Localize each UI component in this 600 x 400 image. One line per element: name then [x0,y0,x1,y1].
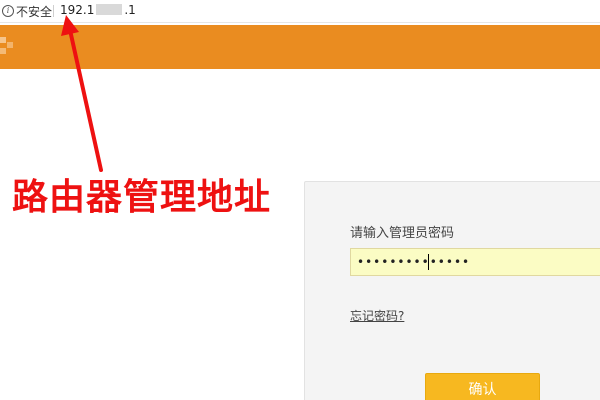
login-panel: 请输入管理员密码 忘记密码? 确认 [304,181,600,400]
password-input[interactable] [350,248,600,276]
screenshot: i 不安全 192.1 .1 路由器管理地址 请输入管理员密码 忘记密码? 确认 [0,0,600,400]
browser-address-bar[interactable]: i 不安全 192.1 .1 [0,0,600,23]
info-icon[interactable]: i [2,5,14,17]
text-caret [428,254,429,270]
security-label[interactable]: 不安全 [16,3,52,20]
url-start: 192.1 [60,3,95,17]
url-text[interactable]: 192.1 .1 [60,3,136,17]
router-logo [0,37,14,55]
address-separator [53,5,54,17]
url-redaction [96,4,123,15]
annotation-label: 路由器管理地址 [12,177,272,218]
router-header [0,25,600,69]
url-end: .1 [124,3,136,17]
forgot-password-link[interactable]: 忘记密码? [350,307,404,324]
password-label: 请输入管理员密码 [350,226,455,241]
confirm-button[interactable]: 确认 [425,373,540,400]
